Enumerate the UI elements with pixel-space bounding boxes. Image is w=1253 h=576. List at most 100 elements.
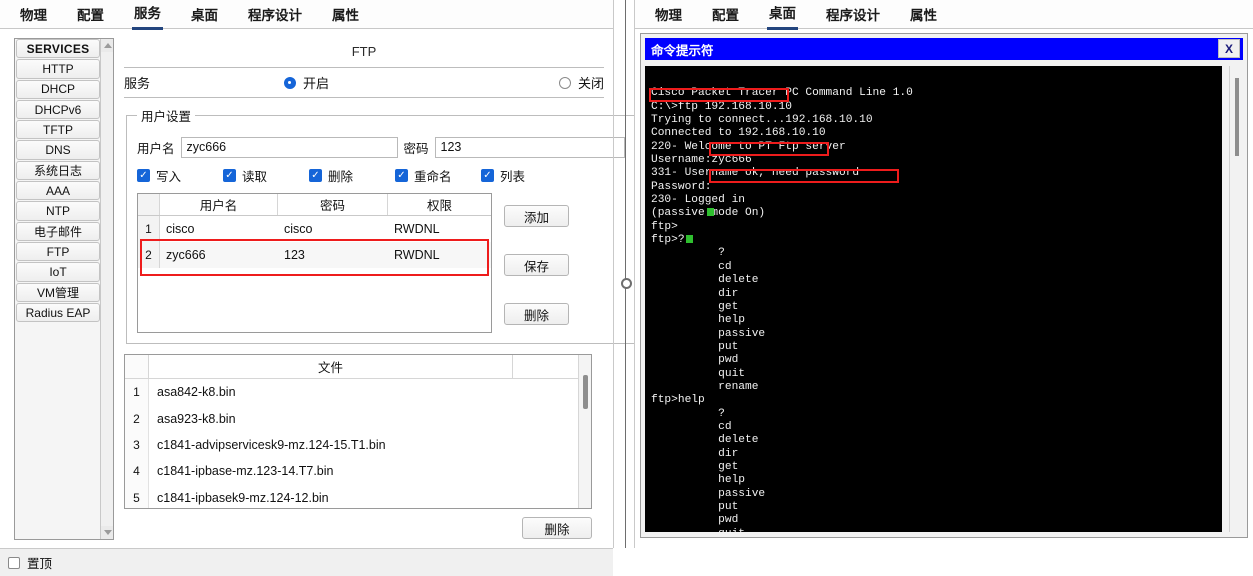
- sidebar-item-dns[interactable]: DNS: [16, 140, 100, 160]
- sidebar-item-电子邮件[interactable]: 电子邮件: [16, 221, 100, 241]
- terminal-area: Cisco Packet Tracer PC Command Line 1.0 …: [645, 66, 1243, 532]
- rtab-programming[interactable]: 程序设计: [824, 0, 882, 29]
- permission-checkbox-0[interactable]: ✓ 写入: [137, 166, 223, 185]
- username-input[interactable]: zyc666: [180, 137, 398, 158]
- file-index: 5: [125, 484, 149, 508]
- checkbox-icon: ✓: [309, 169, 322, 182]
- services-sidebar-list: SERVICES HTTP DHCP DHCPv6 TFTP DNS 系统日志 AAA NTP 电…: [15, 39, 101, 323]
- terminal-scrollbar[interactable]: [1229, 66, 1243, 532]
- left-panel-edge: [613, 0, 614, 548]
- permission-label: 写入: [156, 170, 182, 184]
- password-label: 密码: [403, 142, 429, 156]
- sidebar-scrollbar[interactable]: [100, 39, 113, 539]
- column-permission: 权限: [426, 199, 452, 213]
- sidebar-item-vm管理[interactable]: VM管理: [16, 282, 100, 302]
- column-file: 文件: [149, 355, 513, 378]
- user-table[interactable]: 用户名 密码 权限 1 cisco cisco RWDNL 2 zyc666 123 RWDN…: [137, 193, 492, 333]
- tab-services[interactable]: 服务: [132, 0, 163, 30]
- panel-splitter[interactable]: [621, 0, 632, 548]
- credentials-row: 用户名 zyc666 密码 123: [137, 137, 625, 158]
- left-on-top-checkbox[interactable]: 置顶: [8, 553, 52, 572]
- splitter-handle-icon[interactable]: [621, 278, 632, 289]
- file-index: 3: [125, 431, 149, 459]
- tab-desktop[interactable]: 桌面: [189, 0, 220, 29]
- command-prompt-title: 命令提示符: [651, 43, 714, 58]
- sidebar-item-iot[interactable]: IoT: [16, 262, 100, 282]
- sidebar-item-系统日志[interactable]: 系统日志: [16, 160, 100, 181]
- rtab-desktop[interactable]: 桌面: [767, 0, 798, 30]
- list-item[interactable]: 5 c1841-ipbasek9-mz.124-12.bin: [125, 484, 591, 508]
- file-index: 4: [125, 458, 149, 485]
- tab-config[interactable]: 配置: [75, 0, 106, 29]
- radio-service-on[interactable]: 开启: [284, 73, 329, 92]
- checkbox-icon: ✓: [137, 169, 150, 182]
- page-title: FTP: [124, 38, 604, 68]
- checkbox-icon: ✓: [481, 169, 494, 182]
- services-sidebar: SERVICES HTTP DHCP DHCPv6 TFTP DNS 系统日志 AAA NTP 电…: [14, 38, 114, 540]
- file-list-panel[interactable]: 文件 1 asa842-k8.bin 2 asa923-k8.bin 3 c1841-ad…: [124, 354, 592, 509]
- on-top-label: 置顶: [27, 557, 53, 571]
- file-list-scroll-thumb[interactable]: [583, 375, 588, 409]
- tab-programming[interactable]: 程序设计: [246, 0, 304, 29]
- save-button[interactable]: 保存: [504, 254, 569, 276]
- sidebar-item-radius-eap[interactable]: Radius EAP: [16, 302, 100, 323]
- list-item[interactable]: 3 c1841-advipservicesk9-mz.124-15.T1.bin: [125, 431, 591, 459]
- sidebar-item-dhcpv6[interactable]: DHCPv6: [16, 99, 100, 120]
- permission-label: 读取: [242, 170, 268, 184]
- column-password: 密码: [278, 194, 388, 215]
- file-delete-row: 删除: [124, 517, 592, 539]
- left-bottom-bar: 置顶: [0, 548, 613, 576]
- file-index-header: [125, 355, 149, 378]
- rtab-physical[interactable]: 物理: [653, 0, 684, 29]
- sidebar-item-http[interactable]: HTTP: [16, 59, 100, 79]
- cell-index: 2: [138, 242, 160, 268]
- sidebar-scroll-down-icon[interactable]: [101, 526, 113, 539]
- terminal-scroll-thumb[interactable]: [1235, 78, 1239, 156]
- sidebar-item-dhcp[interactable]: DHCP: [16, 79, 100, 99]
- cell-index: 1: [138, 216, 160, 242]
- user-table-index-header: [138, 194, 160, 215]
- command-prompt-titlebar: 命令提示符 X: [645, 38, 1243, 60]
- rtab-config[interactable]: 配置: [710, 0, 741, 29]
- sidebar-item-tftp[interactable]: TFTP: [16, 120, 100, 140]
- tab-attributes[interactable]: 属性: [330, 0, 361, 29]
- cell-permission: RWDNL: [394, 222, 440, 236]
- permission-label: 列表: [500, 170, 526, 184]
- delete-button[interactable]: 删除: [504, 303, 569, 325]
- cell-permission: RWDNL: [394, 248, 440, 262]
- file-index: 1: [125, 379, 149, 406]
- splitter-line: [625, 0, 626, 548]
- list-item[interactable]: 2 asa923-k8.bin: [125, 405, 591, 432]
- terminal-output[interactable]: Cisco Packet Tracer PC Command Line 1.0 …: [645, 66, 1222, 532]
- table-row[interactable]: 1 cisco cisco RWDNL: [138, 216, 491, 242]
- close-icon[interactable]: X: [1218, 39, 1240, 58]
- file-name: c1841-advipservicesk9-mz.124-15.T1.bin: [157, 437, 386, 452]
- cell-password: cisco: [284, 222, 313, 236]
- rtab-attributes[interactable]: 属性: [908, 0, 939, 29]
- sidebar-item-ntp[interactable]: NTP: [16, 201, 100, 221]
- user-table-area: 用户名 密码 权限 1 cisco cisco RWDNL 2 zyc666 123 RWDN…: [137, 193, 625, 333]
- file-list-scrollbar[interactable]: [578, 355, 591, 508]
- sidebar-scroll-up-icon[interactable]: [101, 39, 113, 52]
- file-delete-button[interactable]: 删除: [522, 517, 592, 539]
- radio-off-icon: [558, 76, 571, 89]
- right-tab-bar: 物理 配置 桌面 程序设计 属性: [635, 0, 1253, 30]
- permission-checkbox-2[interactable]: ✓ 删除: [309, 166, 395, 185]
- left-tab-bar: 物理 配置 服务 桌面 程序设计 属性: [0, 0, 613, 30]
- file-name: c1841-ipbase-mz.123-14.T7.bin: [157, 464, 334, 479]
- list-item[interactable]: 1 asa842-k8.bin: [125, 379, 591, 406]
- app-root: 物理 配置 服务 桌面 程序设计 属性 SERVICES HTTP DHCP DHCP…: [0, 0, 1253, 576]
- list-item[interactable]: 4 c1841-ipbase-mz.123-14.T7.bin: [125, 458, 591, 485]
- tab-physical[interactable]: 物理: [18, 0, 49, 29]
- sidebar-item-aaa[interactable]: AAA: [16, 181, 100, 201]
- add-button[interactable]: 添加: [504, 205, 569, 227]
- radio-on-icon: [284, 76, 296, 89]
- password-input[interactable]: 123: [434, 137, 625, 158]
- sidebar-item-ftp[interactable]: FTP: [16, 241, 100, 262]
- permission-checkbox-4[interactable]: ✓ 列表: [481, 166, 525, 185]
- checkbox-icon: ✓: [395, 169, 408, 182]
- radio-service-off[interactable]: 关闭: [558, 73, 604, 92]
- permission-checkbox-3[interactable]: ✓ 重命名: [395, 166, 481, 185]
- permission-checkbox-1[interactable]: ✓ 读取: [223, 166, 309, 185]
- table-row[interactable]: 2 zyc666 123 RWDNL: [138, 242, 491, 268]
